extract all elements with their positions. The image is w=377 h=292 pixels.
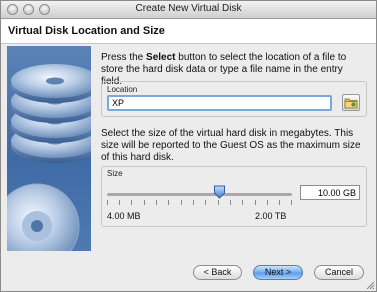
wizard-side-image [7,46,91,251]
slider-tick [156,200,157,205]
resize-grip[interactable] [365,280,375,290]
select-keyword: Select [146,52,176,63]
slider-tick [131,200,132,205]
slider-tick [267,200,268,205]
slider-tick [205,200,206,205]
size-slider-ticks [107,200,292,205]
location-input[interactable] [107,95,332,111]
location-group: Location [101,81,367,117]
select-location-button[interactable] [342,94,360,111]
size-min-label: 4.00 MB [107,211,141,221]
slider-tick [181,200,182,205]
size-input[interactable] [300,185,360,200]
slider-tick [144,200,145,205]
slider-tick [218,200,219,205]
slider-tick [107,200,108,205]
folder-icon [344,98,358,109]
page-title: Virtual Disk Location and Size [8,25,165,37]
slider-tick [193,200,194,205]
slider-tick [168,200,169,205]
slider-tick [119,200,120,205]
slider-tick [255,200,256,205]
size-max-label: 2.00 TB [255,211,287,221]
instruction-text: Press the [101,52,147,63]
slider-tick [291,200,292,205]
size-slider-track[interactable] [107,193,292,196]
size-group: Size 10.00 GB 4.00 MB 2.00 TB [101,166,367,227]
back-button[interactable]: < Back [193,265,242,280]
slider-tick [242,200,243,205]
title-bar: Create New Virtual Disk [1,1,376,19]
disk-stack-icon [7,64,91,251]
size-slider-thumb[interactable] [213,185,226,199]
next-button[interactable]: Next > [253,265,303,280]
page-header: Virtual Disk Location and Size [1,19,376,44]
cancel-button[interactable]: Cancel [314,265,364,280]
window-title: Create New Virtual Disk [135,3,242,14]
size-instructions: Select the size of the virtual hard disk… [101,128,361,163]
location-label: Location [107,85,138,94]
create-virtual-disk-window: Create New Virtual Disk Virtual Disk Loc… [0,0,377,292]
slider-tick [279,200,280,205]
slider-tick [230,200,231,205]
size-label: Size [107,169,123,178]
